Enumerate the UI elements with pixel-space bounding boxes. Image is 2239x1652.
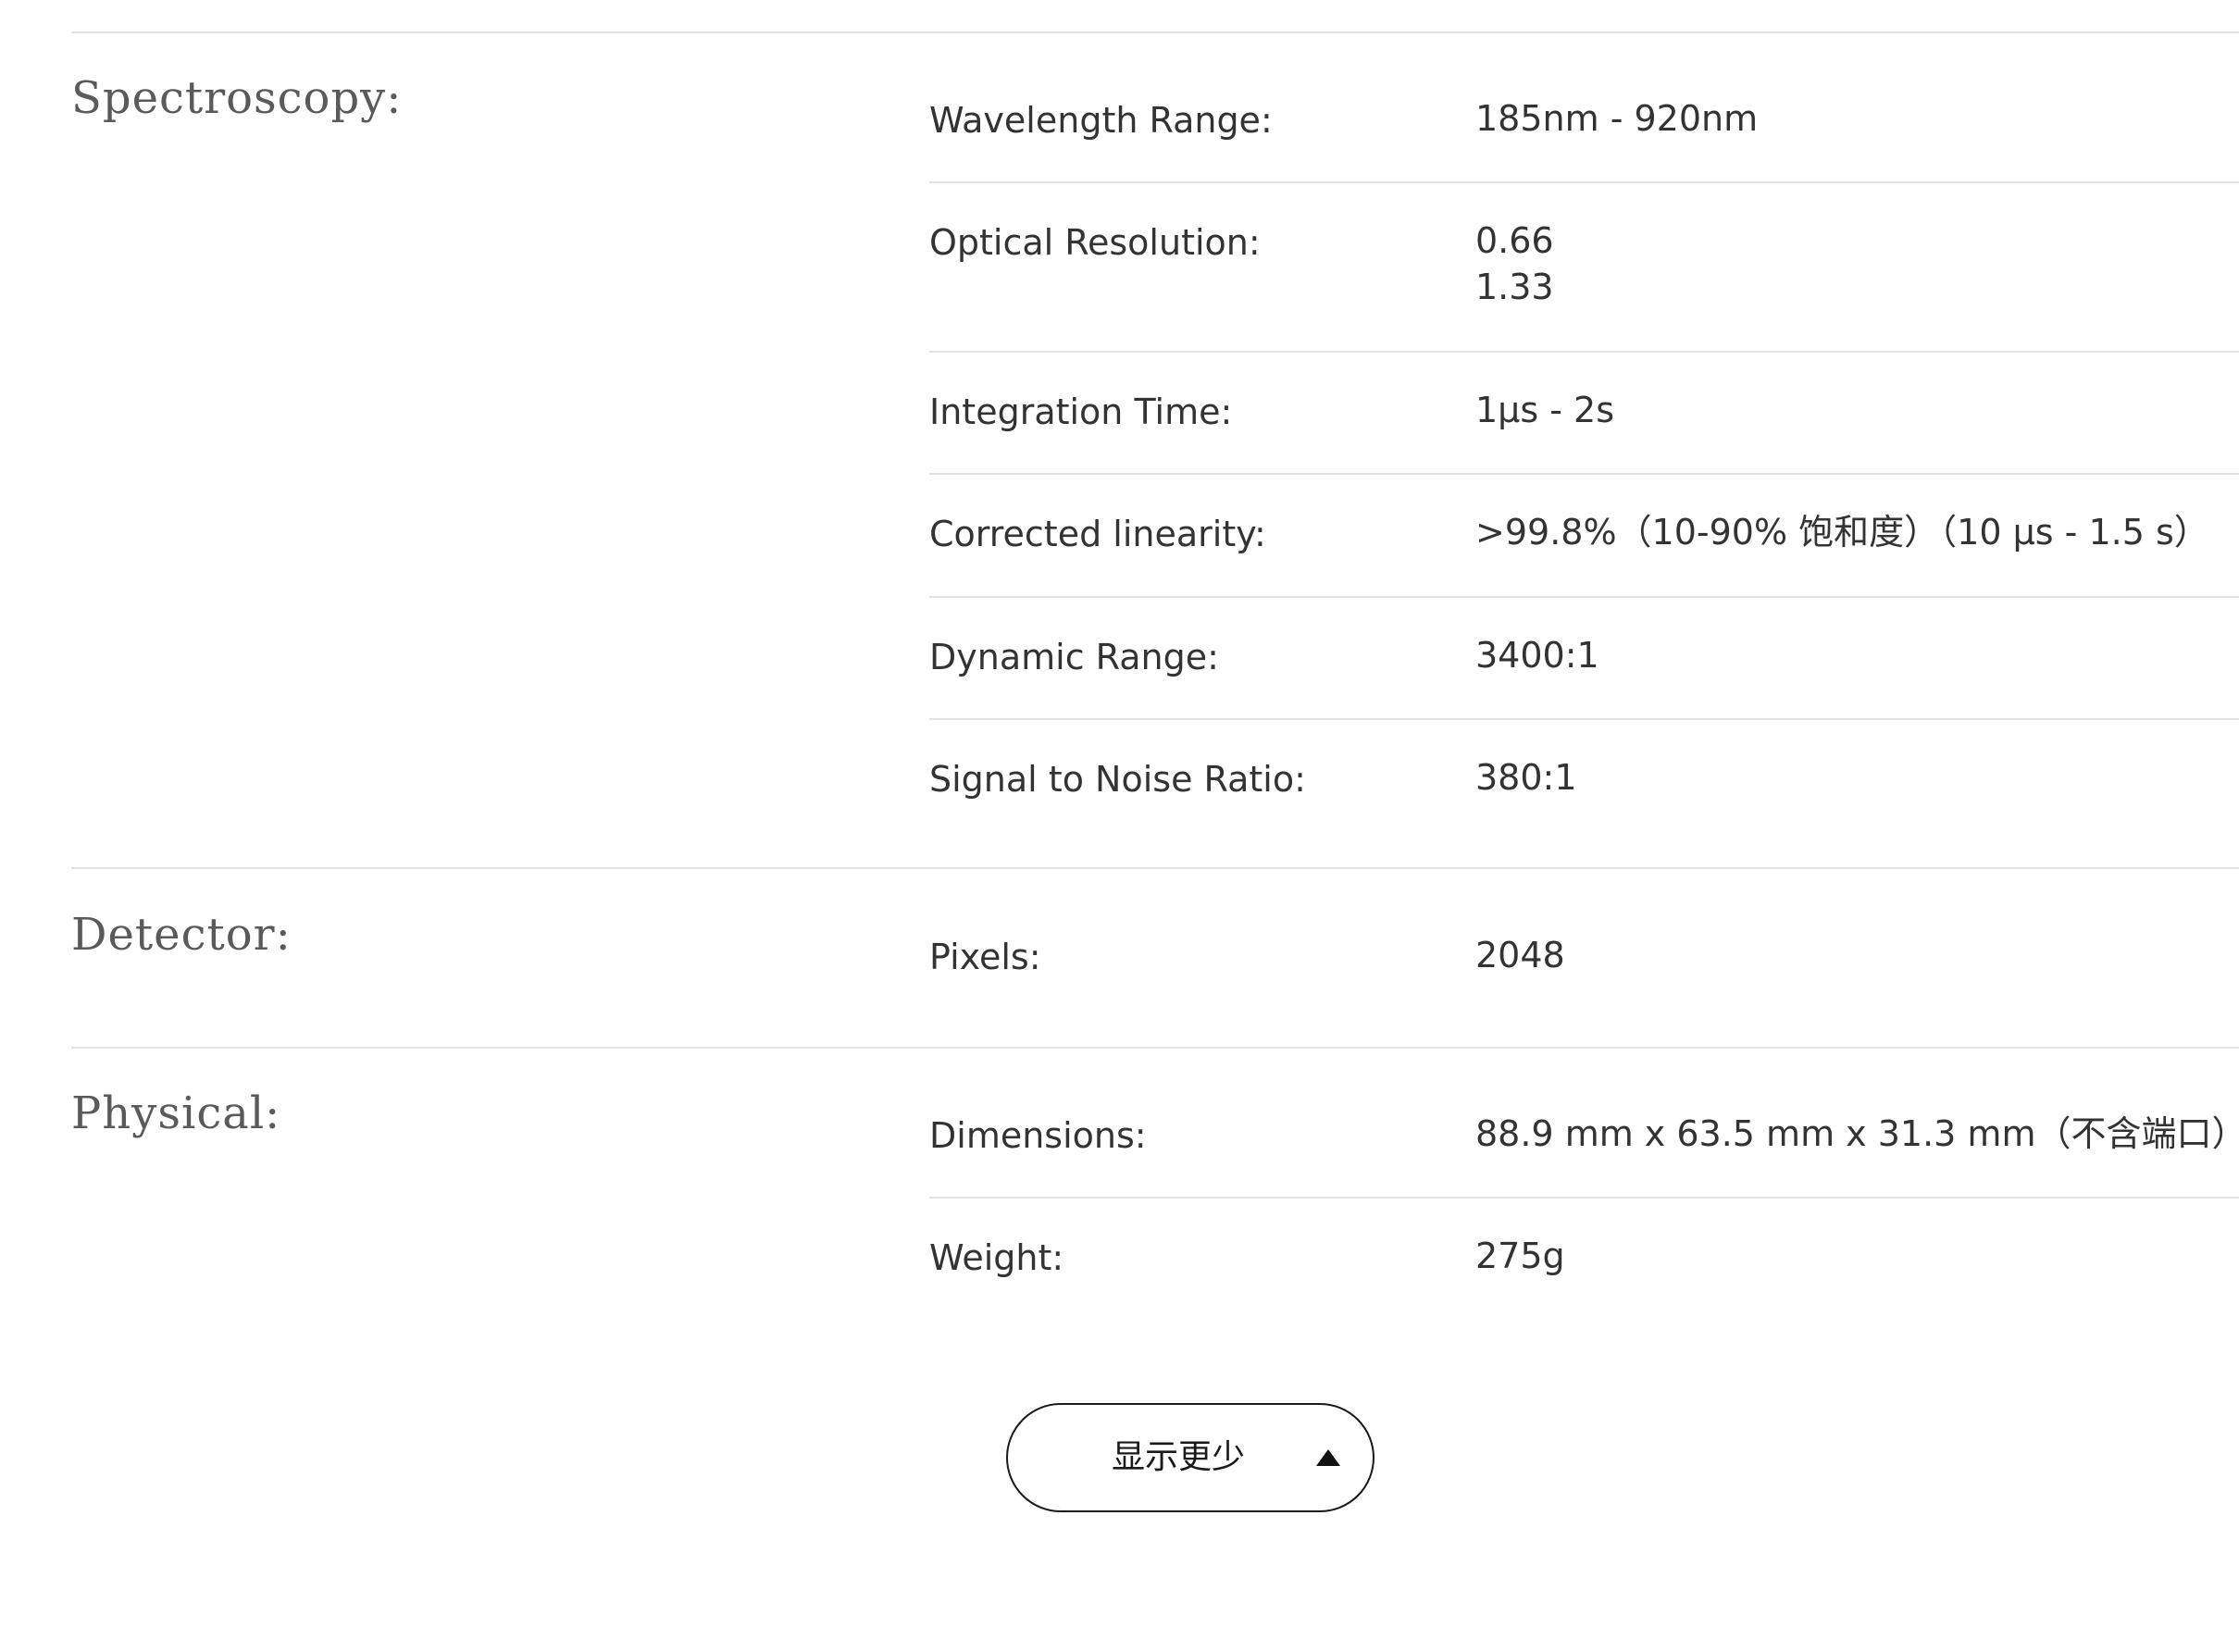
spec-value-line-1: 0.66 <box>1475 220 1554 261</box>
spec-value: 2048 <box>1475 935 1565 975</box>
row-divider <box>929 181 2239 183</box>
spec-label: Dimensions: <box>929 1115 1147 1156</box>
spec-value: 380:1 <box>1475 757 1577 798</box>
spec-value: 185nm - 920nm <box>1475 98 1759 139</box>
spec-value: 3400:1 <box>1475 635 1599 676</box>
spec-value-line-2: 1.33 <box>1475 267 1554 307</box>
section-title-spectroscopy: Spectroscopy: <box>71 72 403 124</box>
spec-value: 275g <box>1475 1236 1565 1276</box>
row-divider <box>929 596 2239 598</box>
row-divider <box>929 718 2239 720</box>
show-less-button[interactable]: 显示更少 <box>1006 1403 1374 1512</box>
section-title-detector: Detector: <box>71 909 292 961</box>
spec-label: Signal to Noise Ratio: <box>929 759 1306 800</box>
spec-label: Pixels: <box>929 937 1041 977</box>
spec-value: 88.9 mm x 63.5 mm x 31.3 mm（不含端口） <box>1475 1113 2239 1154</box>
top-divider <box>71 31 2239 33</box>
row-divider <box>929 351 2239 353</box>
section-divider <box>71 1047 2239 1049</box>
section-title-physical: Physical: <box>71 1087 281 1139</box>
spec-label: Integration Time: <box>929 391 1233 432</box>
spec-value: >99.8%（10-90% 饱和度）（10 μs - 1.5 s） <box>1475 512 2209 553</box>
spec-label: Weight: <box>929 1237 1064 1278</box>
spec-label: Dynamic Range: <box>929 637 1219 677</box>
spec-value: 1μs - 2s <box>1475 390 1614 430</box>
show-less-label: 显示更少 <box>1112 1438 1246 1476</box>
row-divider <box>929 1197 2239 1199</box>
section-divider <box>71 867 2239 869</box>
caret-up-icon <box>1316 1449 1340 1466</box>
spec-label: Corrected linearity: <box>929 514 1266 554</box>
spec-label: Wavelength Range: <box>929 100 1273 141</box>
row-divider <box>929 473 2239 475</box>
spec-label: Optical Resolution: <box>929 222 1261 263</box>
